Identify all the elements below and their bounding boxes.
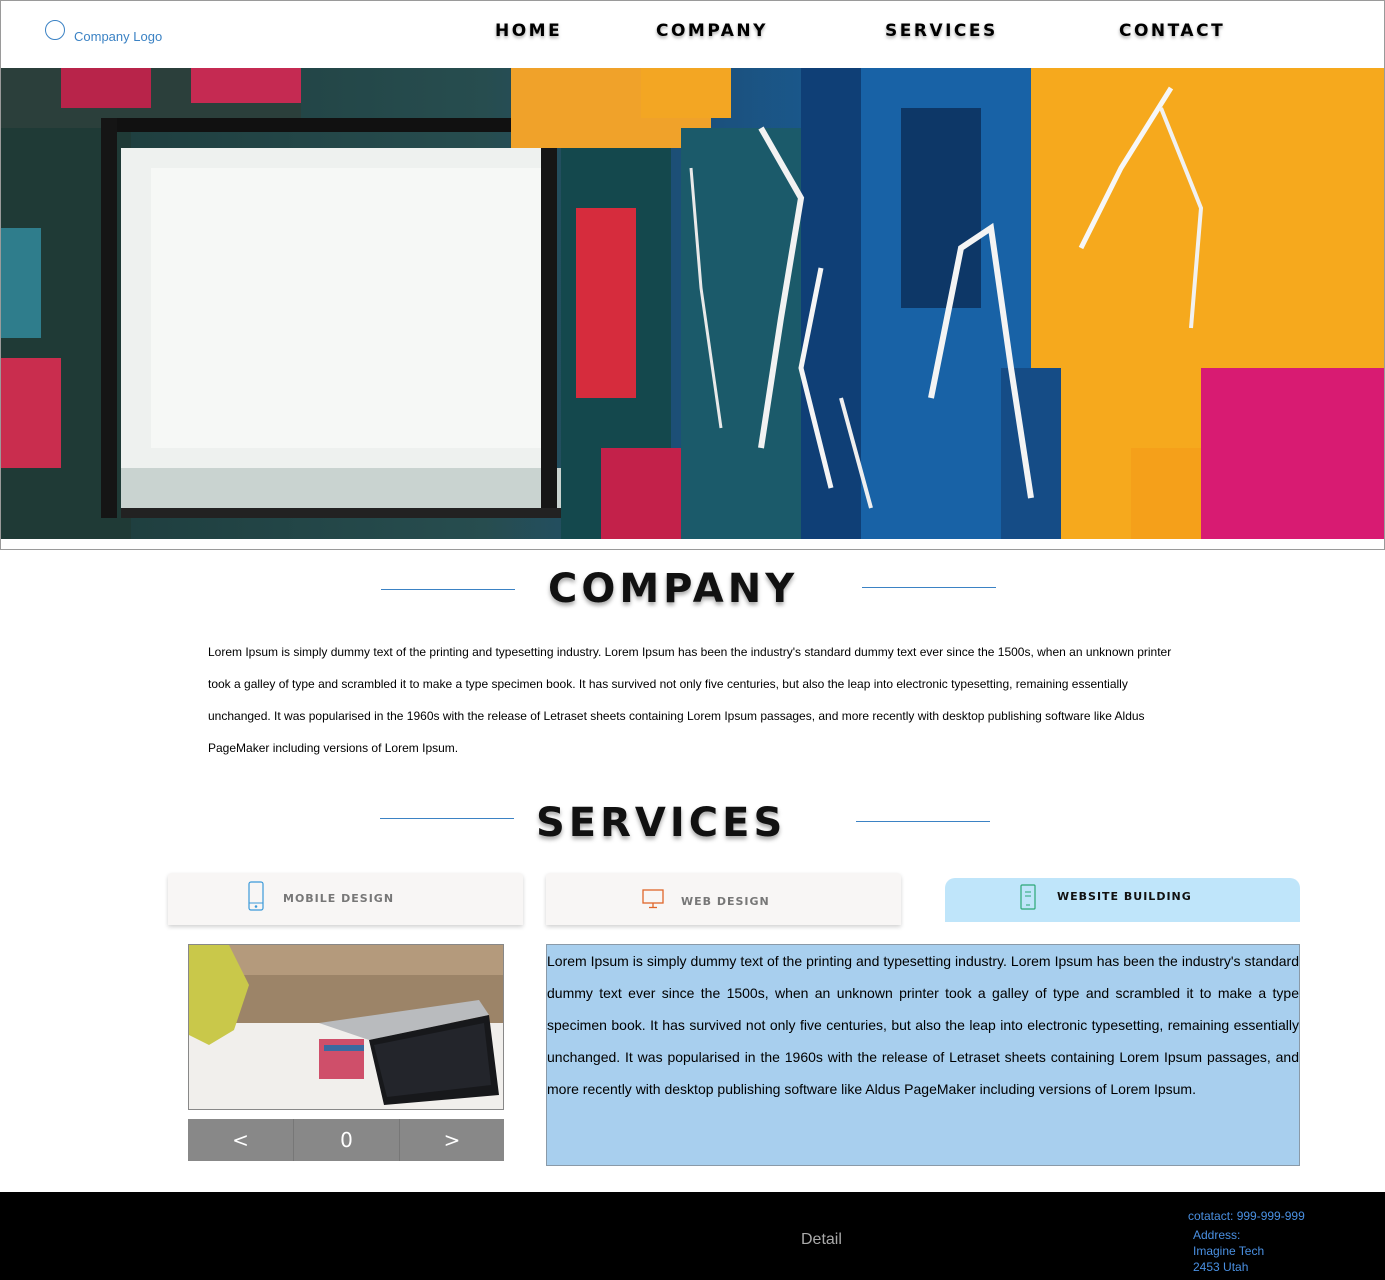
tablet-icon: [1020, 884, 1036, 915]
company-rule-right: [862, 587, 996, 588]
footer-detail-link[interactable]: Detail: [801, 1231, 842, 1249]
company-heading: COMPANY: [548, 566, 799, 612]
footer-address-line1: Imagine Tech: [1193, 1244, 1265, 1258]
nav-company[interactable]: COMPANY: [656, 21, 768, 41]
tab-label: WEBSITE BUILDING: [1057, 890, 1192, 903]
site-footer: [0, 1192, 1385, 1280]
nav-services[interactable]: SERVICES: [885, 21, 998, 41]
tab-website-building[interactable]: WEBSITE BUILDING: [945, 878, 1300, 922]
footer-contact-phone: cotatact: 999-999-999: [1188, 1209, 1305, 1223]
slider-controls: < 0 >: [188, 1119, 504, 1161]
tab-mobile-design[interactable]: MOBILE DESIGN: [168, 873, 523, 925]
abstract-painting-image: [1, 68, 1384, 539]
company-rule-left: [381, 589, 515, 590]
mobile-phone-icon: [248, 881, 264, 916]
company-logo-icon[interactable]: [45, 20, 65, 40]
slider-laptop-image: [188, 944, 504, 1110]
services-heading: SERVICES: [536, 800, 787, 846]
footer-address-label: Address:: [1193, 1228, 1241, 1242]
service-description: Lorem Ipsum is simply dummy text of the …: [546, 944, 1300, 1166]
nav-contact[interactable]: CONTACT: [1119, 21, 1225, 41]
nav-home[interactable]: HOME: [495, 21, 562, 41]
monitor-icon: [642, 889, 664, 914]
slider-index: 0: [340, 1128, 353, 1152]
company-logo-text[interactable]: Company Logo: [74, 29, 162, 44]
company-description: Lorem Ipsum is simply dummy text of the …: [208, 645, 1172, 755]
services-rule-left: [380, 818, 514, 819]
services-rule-right: [856, 821, 990, 822]
tab-web-design[interactable]: WEB DESIGN: [546, 873, 901, 925]
tab-label: WEB DESIGN: [681, 895, 770, 908]
tab-label: MOBILE DESIGN: [283, 892, 395, 905]
slider-prev-button[interactable]: <: [188, 1119, 293, 1161]
footer-address-line2: 2453 Utah: [1193, 1260, 1249, 1274]
slider-next-button[interactable]: >: [400, 1119, 504, 1161]
